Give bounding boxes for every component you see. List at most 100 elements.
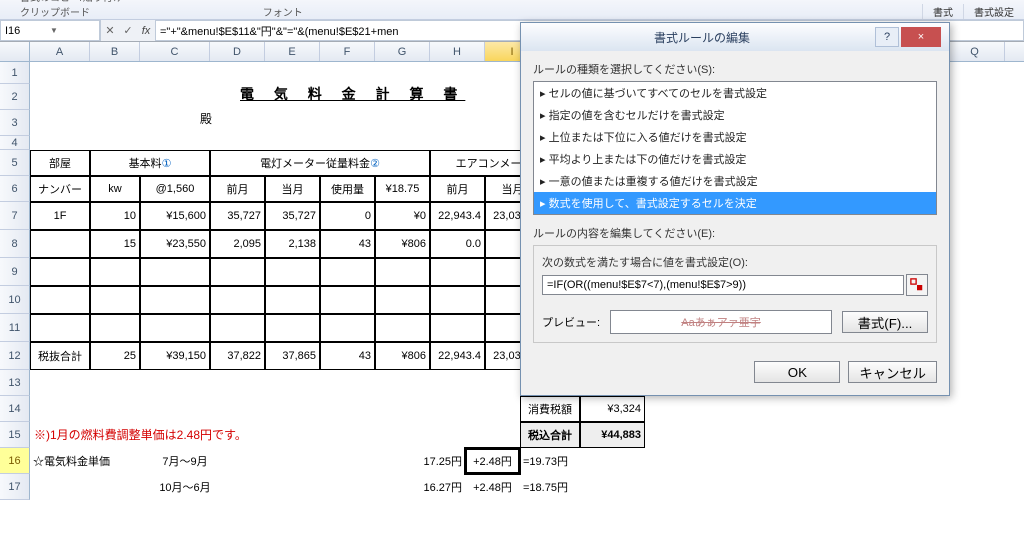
- hd-kw[interactable]: kw: [90, 176, 140, 202]
- cell[interactable]: ¥806: [375, 342, 430, 370]
- cell[interactable]: +2.48円: [465, 474, 520, 500]
- cell[interactable]: [265, 286, 320, 314]
- cell[interactable]: [430, 314, 485, 342]
- rule-option[interactable]: ▸ 上位または下位に入る値だけを書式設定: [534, 126, 936, 148]
- hd-use[interactable]: 使用量: [320, 176, 375, 202]
- cell[interactable]: [430, 286, 485, 314]
- cell[interactable]: 37,822: [210, 342, 265, 370]
- cell[interactable]: 2,138: [265, 230, 320, 258]
- rule-option[interactable]: ▸ セルの値に基づいてすべてのセルを書式設定: [534, 82, 936, 104]
- cell[interactable]: [210, 258, 265, 286]
- cell[interactable]: [90, 314, 140, 342]
- row-header[interactable]: 10: [0, 286, 30, 314]
- row-header[interactable]: 14: [0, 396, 30, 422]
- cell[interactable]: [375, 314, 430, 342]
- col-header[interactable]: C: [140, 42, 210, 61]
- cell[interactable]: [320, 286, 375, 314]
- cell[interactable]: 17.25円: [410, 448, 465, 474]
- cell[interactable]: [430, 258, 485, 286]
- col-header[interactable]: B: [90, 42, 140, 61]
- cell[interactable]: [265, 258, 320, 286]
- accept-formula-icon[interactable]: ✓: [119, 24, 137, 37]
- row-header[interactable]: 15: [0, 422, 30, 448]
- cell[interactable]: 37,865: [265, 342, 320, 370]
- row-header[interactable]: 6: [0, 176, 30, 202]
- rule-option[interactable]: ▸ 一意の値または重複する値だけを書式設定: [534, 170, 936, 192]
- cell[interactable]: [265, 314, 320, 342]
- cell[interactable]: 10: [90, 202, 140, 230]
- cell[interactable]: [90, 258, 140, 286]
- cell[interactable]: 35,727: [265, 202, 320, 230]
- rule-option[interactable]: ▸ 指定の値を含むセルだけを書式設定: [534, 104, 936, 126]
- col-header[interactable]: E: [265, 42, 320, 61]
- row-header[interactable]: 16: [0, 448, 30, 474]
- cell[interactable]: 22,943.4: [430, 342, 485, 370]
- style-format-btn[interactable]: 書式: [922, 4, 963, 19]
- cell[interactable]: [90, 286, 140, 314]
- col-header[interactable]: Q: [945, 42, 1005, 61]
- dialog-close-button[interactable]: ×: [901, 27, 941, 47]
- cell[interactable]: [375, 286, 430, 314]
- col-header[interactable]: G: [375, 42, 430, 61]
- rule-option[interactable]: ▸ 平均より上または下の値だけを書式設定: [534, 148, 936, 170]
- hd-number[interactable]: ナンバー: [30, 176, 90, 202]
- row-header[interactable]: 5: [0, 150, 30, 176]
- copy-paste-label[interactable]: 書式のコピー/貼り付け: [20, 0, 123, 4]
- row-header[interactable]: 12: [0, 342, 30, 370]
- row-header[interactable]: 11: [0, 314, 30, 342]
- cell[interactable]: 43: [320, 342, 375, 370]
- cell[interactable]: [320, 314, 375, 342]
- row-header[interactable]: 17: [0, 474, 30, 500]
- col-header[interactable]: H: [430, 42, 485, 61]
- cell[interactable]: =18.75円: [520, 474, 585, 500]
- col-header[interactable]: D: [210, 42, 265, 61]
- hd-y1875[interactable]: ¥18.75: [375, 176, 430, 202]
- tax-value[interactable]: ¥3,324: [580, 396, 645, 422]
- cell[interactable]: 16.27円: [410, 474, 465, 500]
- period-label[interactable]: 7月～9月: [140, 448, 230, 474]
- cell[interactable]: [320, 258, 375, 286]
- total-incl-label[interactable]: 税込合計: [520, 422, 580, 448]
- cell[interactable]: [30, 230, 90, 258]
- hd-room[interactable]: 部屋: [30, 150, 90, 176]
- hd-prev2[interactable]: 前月: [430, 176, 485, 202]
- rule-formula-input[interactable]: [542, 275, 904, 295]
- cell[interactable]: 0: [320, 202, 375, 230]
- cell[interactable]: ¥15,600: [140, 202, 210, 230]
- cell[interactable]: 43: [320, 230, 375, 258]
- cell[interactable]: [30, 258, 90, 286]
- cell[interactable]: 税抜合計: [30, 342, 90, 370]
- cell[interactable]: 35,727: [210, 202, 265, 230]
- selected-cell[interactable]: +2.48円: [465, 448, 520, 474]
- cell[interactable]: [210, 286, 265, 314]
- row-header[interactable]: 2: [0, 84, 30, 110]
- tax-label[interactable]: 消費税額: [520, 396, 580, 422]
- style-formatset-btn[interactable]: 書式設定: [963, 4, 1024, 19]
- hd-rate[interactable]: @1,560: [140, 176, 210, 202]
- ok-button[interactable]: OK: [754, 361, 840, 383]
- period-label[interactable]: 10月～6月: [140, 474, 230, 500]
- cell[interactable]: 1F: [30, 202, 90, 230]
- rule-type-list[interactable]: ▸ セルの値に基づいてすべてのセルを書式設定 ▸ 指定の値を含むセルだけを書式設…: [533, 81, 937, 215]
- range-selector-button[interactable]: [906, 274, 928, 296]
- namebox-dropdown-icon[interactable]: ▼: [50, 26, 95, 35]
- cell[interactable]: 25: [90, 342, 140, 370]
- rule-option-selected[interactable]: ▸ 数式を使用して、書式設定するセルを決定: [534, 192, 936, 214]
- cell[interactable]: [30, 314, 90, 342]
- col-header[interactable]: F: [320, 42, 375, 61]
- dialog-titlebar[interactable]: 書式ルールの編集 ? ×: [521, 23, 949, 51]
- hd-cur[interactable]: 当月: [265, 176, 320, 202]
- cell[interactable]: ¥39,150: [140, 342, 210, 370]
- row-header[interactable]: 4: [0, 136, 30, 150]
- cell[interactable]: ¥806: [375, 230, 430, 258]
- row-header[interactable]: 9: [0, 258, 30, 286]
- cell[interactable]: =19.73円: [520, 448, 585, 474]
- cell[interactable]: [375, 258, 430, 286]
- total-incl-value[interactable]: ¥44,883: [580, 422, 645, 448]
- row-header[interactable]: 8: [0, 230, 30, 258]
- cell[interactable]: ¥23,550: [140, 230, 210, 258]
- col-header[interactable]: A: [30, 42, 90, 61]
- row-header[interactable]: 3: [0, 110, 30, 136]
- cell[interactable]: 2,095: [210, 230, 265, 258]
- hd-base[interactable]: 基本料①: [90, 150, 210, 176]
